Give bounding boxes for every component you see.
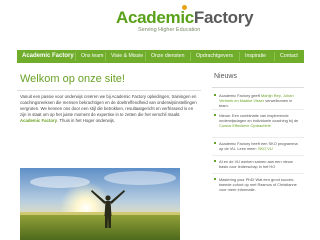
bullet-icon — [214, 160, 216, 162]
nav-divider — [239, 52, 240, 61]
nav-divider — [75, 52, 76, 61]
news-item-text: Academic Factory heeft een SKO programma… — [219, 141, 302, 151]
title-divider — [17, 90, 201, 91]
news-link[interactable]: SKO VU — [258, 146, 273, 151]
news-item-text: Nieuw: Een combinatie van inspirerende o… — [219, 113, 302, 129]
nav-contact[interactable]: Contact — [280, 50, 298, 63]
news-item: Academic Factory heeft een SKO programma… — [212, 141, 302, 151]
nav-divider — [274, 52, 275, 61]
nav-ons-team[interactable]: Ons team — [81, 50, 104, 63]
nav-opdrachtgevers[interactable]: Opdrachtgevers — [196, 50, 233, 63]
site-header: AcademicFactory Serving Higher Education — [0, 0, 320, 44]
logo-tagline: Serving Higher Education — [138, 27, 201, 33]
logo-academic: Academic — [116, 8, 194, 27]
nav-home[interactable]: Academic Factory — [22, 50, 74, 63]
news-heading: Nieuws — [214, 73, 237, 80]
news-link[interactable]: Cursus Effectieve Opdrachtrie — [219, 123, 271, 128]
page-content: Welkom op onze site! Vanuit een passie v… — [17, 66, 304, 240]
news-item: Academic Factory geeft Martijn Rep, Joha… — [212, 93, 302, 109]
hero-sunrise-photo — [20, 168, 180, 240]
bullet-icon — [214, 94, 216, 96]
nav-divider — [190, 52, 191, 61]
hero-image — [20, 168, 180, 240]
intro-highlight: Academic Factory — [20, 118, 58, 123]
nav-visie-missie[interactable]: Visie & Missie — [111, 50, 143, 63]
logo-wordmark: AcademicFactory — [116, 8, 254, 28]
main-nav: Academic Factory Ons team Visie & Missie… — [17, 50, 304, 63]
bullet-icon — [214, 178, 216, 180]
news-item: Mastering your PhD! Wat een groot succes… — [212, 177, 302, 193]
news-text: Mastering your PhD! Wat een groot succes… — [219, 177, 297, 193]
news-heading-divider — [212, 87, 304, 88]
nav-divider — [145, 52, 146, 61]
news-divider — [212, 109, 304, 110]
news-item-text: Academic Factory geeft Martijn Rep, Joha… — [219, 93, 302, 109]
logo-factory: Factory — [193, 8, 254, 27]
intro-paragraph: Vanuit een passie voor onderwijs creëren… — [20, 94, 200, 124]
news-item: Af en de VU werken samen aan een nieuw b… — [212, 159, 302, 169]
nav-onze-diensten[interactable]: Onze diensten — [151, 50, 184, 63]
intro-text: Vanuit een passie voor onderwijs creëren… — [20, 94, 197, 117]
nav-divider — [105, 52, 106, 61]
news-text: Af en de VU werken samen aan een nieuw b… — [219, 159, 293, 170]
bullet-icon — [214, 142, 216, 144]
news-text: Nieuw: Een combinatie van inspirerende o… — [219, 113, 299, 124]
news-divider — [212, 173, 304, 174]
logo-dot-icon — [182, 5, 187, 10]
news-item-text: Mastering your PhD! Wat een groot succes… — [219, 177, 302, 193]
news-item: Nieuw: Een combinatie van inspirerende o… — [212, 113, 302, 129]
news-item-text: Af en de VU werken samen aan een nieuw b… — [219, 159, 302, 169]
news-divider — [212, 155, 304, 156]
news-divider — [212, 137, 304, 138]
intro-text-end: . Thuis in het Hoger onderwijs. — [57, 118, 115, 123]
nav-inspiratie[interactable]: Inspiratie — [245, 50, 266, 63]
bullet-icon — [214, 114, 216, 116]
site-logo[interactable]: AcademicFactory Serving Higher Education — [116, 5, 266, 40]
page-title: Welkom op onze site! — [20, 73, 125, 85]
